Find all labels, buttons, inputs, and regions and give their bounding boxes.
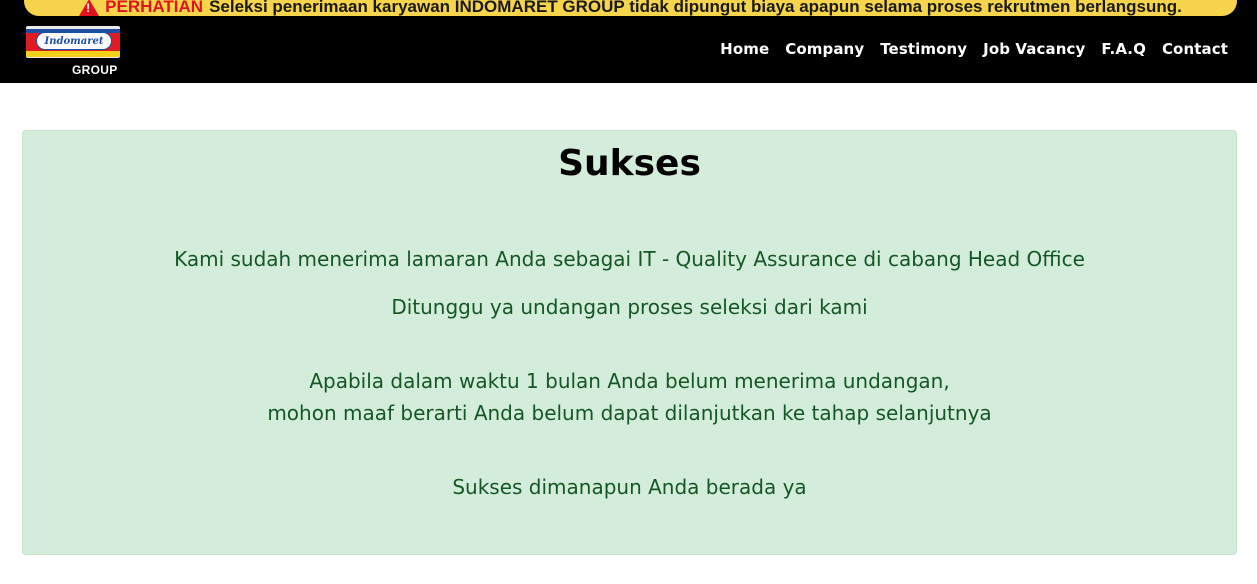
notice-line-1: Apabila dalam waktu 1 bulan Anda belum m…	[309, 369, 950, 393]
await-invitation-text: Ditunggu ya undangan proses seleksi dari…	[391, 295, 868, 319]
header-bar: PERHATIAN Seleksi penerimaan karyawan IN…	[0, 0, 1257, 83]
nav-faq[interactable]: F.A.Q	[1101, 40, 1146, 58]
page-title: Sukses	[558, 143, 701, 184]
nav-contact[interactable]: Contact	[1162, 40, 1228, 58]
warning-icon	[79, 0, 100, 16]
logo-brand-text: Indomaret	[36, 32, 112, 50]
nav-company[interactable]: Company	[785, 40, 864, 58]
alert-text: Seleksi penerimaan karyawan INDOMARET GR…	[209, 0, 1182, 16]
nav-testimony[interactable]: Testimony	[880, 40, 967, 58]
success-message-box: Sukses Kami sudah menerima lamaran Anda …	[22, 130, 1237, 555]
indomaret-logo[interactable]: Indomaret	[26, 26, 120, 58]
alert-banner: PERHATIAN Seleksi penerimaan karyawan IN…	[24, 0, 1237, 16]
nav-job-vacancy[interactable]: Job Vacancy	[983, 40, 1085, 58]
alert-keyword: PERHATIAN	[105, 0, 204, 16]
logo-group-text: GROUP	[72, 63, 118, 77]
nav-home[interactable]: Home	[720, 40, 769, 58]
application-received-text: Kami sudah menerima lamaran Anda sebagai…	[174, 247, 1085, 271]
main-nav: Home Company Testimony Job Vacancy F.A.Q…	[720, 40, 1228, 58]
notice-line-2: mohon maaf berarti Anda belum dapat dila…	[267, 401, 992, 425]
closing-text: Sukses dimanapun Anda berada ya	[452, 475, 807, 499]
